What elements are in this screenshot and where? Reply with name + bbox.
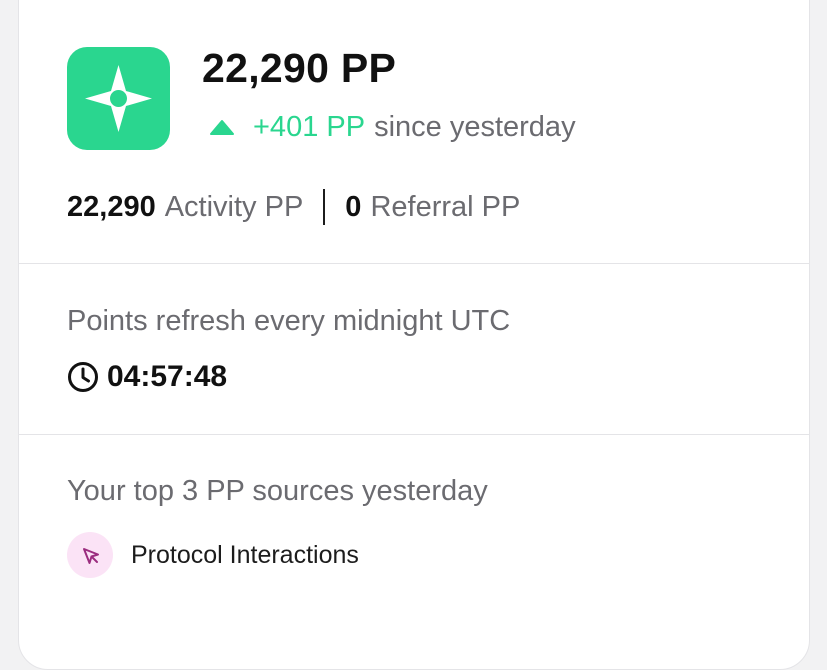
delta-suffix: since yesterday (374, 111, 576, 143)
section-divider (19, 263, 809, 264)
top-sources-title: Your top 3 PP sources yesterday (67, 475, 488, 507)
arrow-up-icon (208, 118, 236, 138)
points-card: 22,290 PP +401 PP since yesterday 22,290… (18, 0, 810, 670)
delta-value: +401 PP (253, 111, 366, 143)
points-delta: +401 PP since yesterday (208, 111, 576, 144)
referral-points-value: 0 (345, 190, 362, 223)
app-logo-icon (67, 47, 170, 150)
cursor-click-icon (67, 532, 113, 578)
source-item-label: Protocol Interactions (131, 540, 359, 569)
countdown-value: 04:57:48 (107, 360, 228, 393)
activity-points-label: Activity PP (164, 190, 304, 223)
total-points: 22,290 PP (202, 45, 397, 91)
referral-points-label: Referral PP (370, 190, 521, 223)
source-item: Protocol Interactions (67, 532, 359, 578)
points-breakdown: 22,290 Activity PP 0 Referral PP (67, 189, 520, 225)
section-divider (19, 434, 809, 435)
breakdown-divider (323, 189, 326, 225)
refresh-info: Points refresh every midnight UTC (67, 305, 511, 337)
clock-icon (67, 361, 99, 393)
refresh-countdown: 04:57:48 (67, 360, 227, 394)
activity-points-value: 22,290 (67, 190, 156, 223)
